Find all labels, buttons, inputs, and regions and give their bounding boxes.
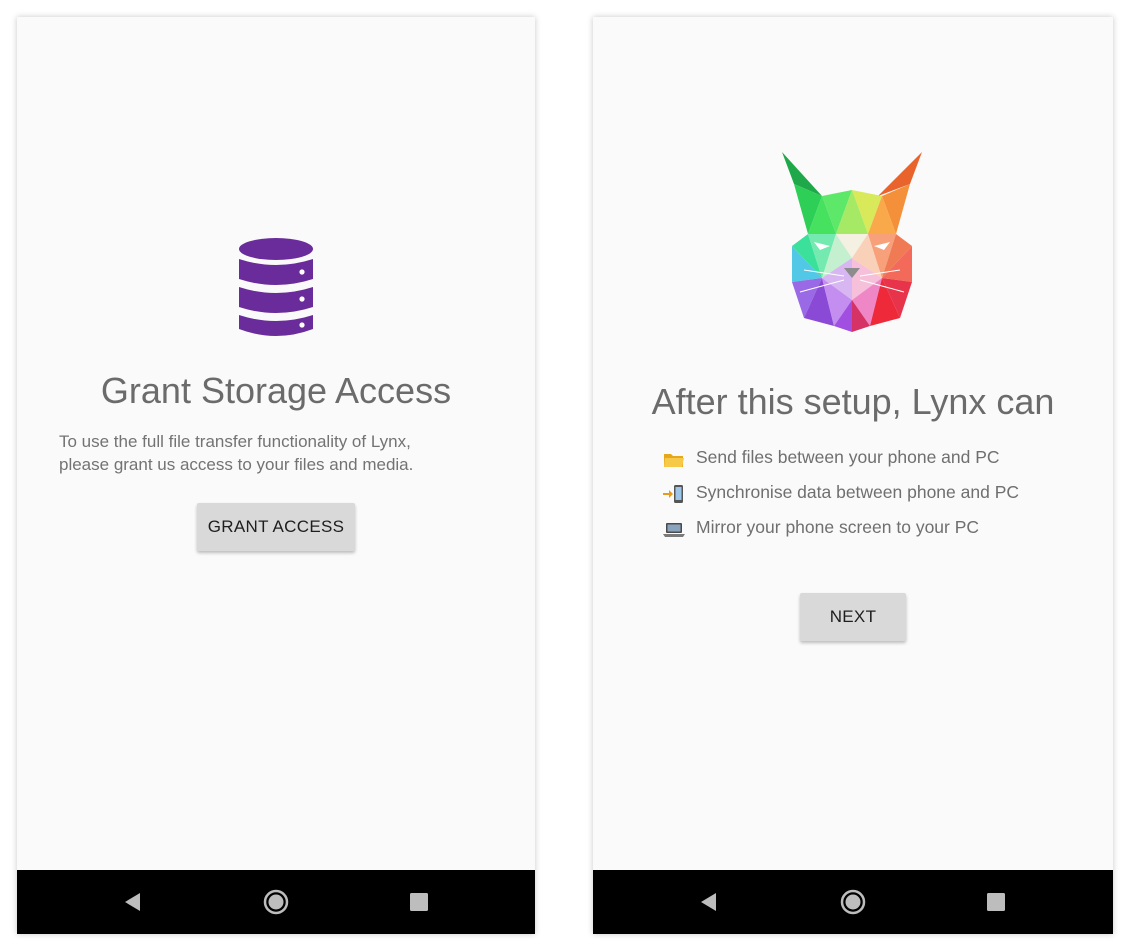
page-title: After this setup, Lynx can — [651, 381, 1055, 422]
laptop-icon — [663, 519, 685, 539]
navigation-bar — [17, 870, 535, 934]
navigation-bar — [593, 870, 1113, 934]
description-line: please grant us access to your files and… — [59, 455, 414, 474]
page-title: Grant Storage Access — [100, 370, 452, 411]
home-icon[interactable] — [837, 886, 869, 918]
list-item: Mirror your phone screen to your PC — [663, 517, 1083, 552]
feature-label: Send files between your phone and PC — [696, 447, 1000, 467]
folder-icon — [663, 449, 685, 469]
storage-permission-screen: Grant Storage Access To use the full fil… — [17, 17, 535, 870]
list-item: Synchronise data between phone and PC — [663, 482, 1083, 517]
lynx-logo — [778, 150, 926, 334]
back-icon[interactable] — [117, 886, 149, 918]
list-item: Send files between your phone and PC — [663, 447, 1083, 482]
description-line: To use the full file transfer functional… — [59, 432, 411, 451]
recents-icon[interactable] — [403, 886, 435, 918]
home-icon[interactable] — [260, 886, 292, 918]
database-icon — [237, 237, 315, 341]
feature-list: Send files between your phone and PC Syn… — [663, 447, 1083, 552]
description-text: To use the full file transfer functional… — [59, 430, 499, 476]
feature-label: Synchronise data between phone and PC — [696, 482, 1020, 502]
phone-right: After this setup, Lynx can Send files be… — [593, 17, 1113, 934]
back-icon[interactable] — [693, 886, 725, 918]
feature-label: Mirror your phone screen to your PC — [696, 517, 980, 537]
recents-icon[interactable] — [980, 886, 1012, 918]
phone-sync-icon — [663, 484, 685, 504]
phone-left: Grant Storage Access To use the full fil… — [17, 17, 535, 934]
grant-access-button[interactable]: GRANT ACCESS — [197, 503, 355, 551]
next-button[interactable]: NEXT — [800, 593, 906, 641]
setup-intro-screen: After this setup, Lynx can Send files be… — [593, 17, 1113, 870]
